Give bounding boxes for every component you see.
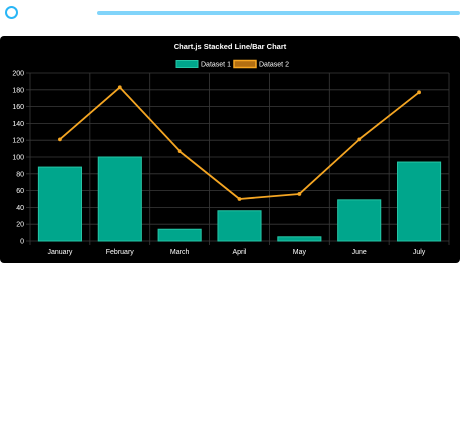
legend-swatch-dataset-1 xyxy=(175,60,199,68)
y-tick-label: 100 xyxy=(12,155,24,162)
chart-svg: Chart.js Stacked Line/Bar Chart Dataset … xyxy=(12,42,450,256)
line-point-june[interactable] xyxy=(357,137,362,142)
line-point-april[interactable] xyxy=(237,197,242,201)
x-tick-label-april: April xyxy=(232,249,246,256)
y-tick-label: 160 xyxy=(12,104,24,111)
legend-label-dataset-1: Dataset 1 xyxy=(201,62,231,69)
legend: Dataset 1 Dataset 2 xyxy=(175,59,289,69)
line-point-february[interactable] xyxy=(117,85,122,90)
x-tick-label-february: February xyxy=(106,249,135,256)
legend-item-dataset-2[interactable]: Dataset 2 xyxy=(233,59,289,69)
bar-march[interactable] xyxy=(157,228,202,242)
bar-april[interactable] xyxy=(217,210,262,242)
status-ring-icon xyxy=(5,6,18,19)
bar-may[interactable] xyxy=(277,236,322,242)
x-tick-label-july: July xyxy=(413,249,426,256)
x-tick-label-march: March xyxy=(170,249,190,256)
line-point-march[interactable] xyxy=(177,149,182,154)
y-tick-label: 140 xyxy=(12,121,24,128)
bar-february[interactable] xyxy=(97,156,142,242)
y-tick-label: 120 xyxy=(12,138,24,145)
line-point-may[interactable] xyxy=(297,192,302,196)
line-point-july[interactable] xyxy=(417,90,421,95)
y-tick-label: 20 xyxy=(16,222,24,229)
y-tick-label: 0 xyxy=(20,239,24,246)
legend-item-dataset-1[interactable]: Dataset 1 xyxy=(175,60,231,69)
bar-june[interactable] xyxy=(337,199,382,242)
y-tick-label: 40 xyxy=(16,205,24,212)
y-tick-label: 180 xyxy=(12,87,24,94)
x-tick-label-january: January xyxy=(47,249,72,256)
y-tick-label: 60 xyxy=(16,188,24,195)
legend-label-dataset-2: Dataset 2 xyxy=(259,62,289,69)
bar-july[interactable] xyxy=(397,161,442,242)
chart-title: Chart.js Stacked Line/Bar Chart xyxy=(174,42,287,51)
x-axis: January February March April May June July xyxy=(47,249,425,256)
y-tick-label: 80 xyxy=(16,171,24,178)
line-point-january[interactable] xyxy=(58,137,62,142)
legend-swatch-dataset-2 xyxy=(233,59,257,69)
chart-card: Chart.js Stacked Line/Bar Chart Dataset … xyxy=(0,36,460,263)
y-tick-label: 200 xyxy=(12,71,24,78)
x-tick-label-june: June xyxy=(352,249,367,256)
top-progress-bar xyxy=(97,11,460,15)
y-axis: 0 20 40 60 80 100 120 140 160 180 200 xyxy=(12,71,24,246)
bar-january[interactable] xyxy=(37,166,82,242)
x-tick-label-may: May xyxy=(293,249,307,256)
